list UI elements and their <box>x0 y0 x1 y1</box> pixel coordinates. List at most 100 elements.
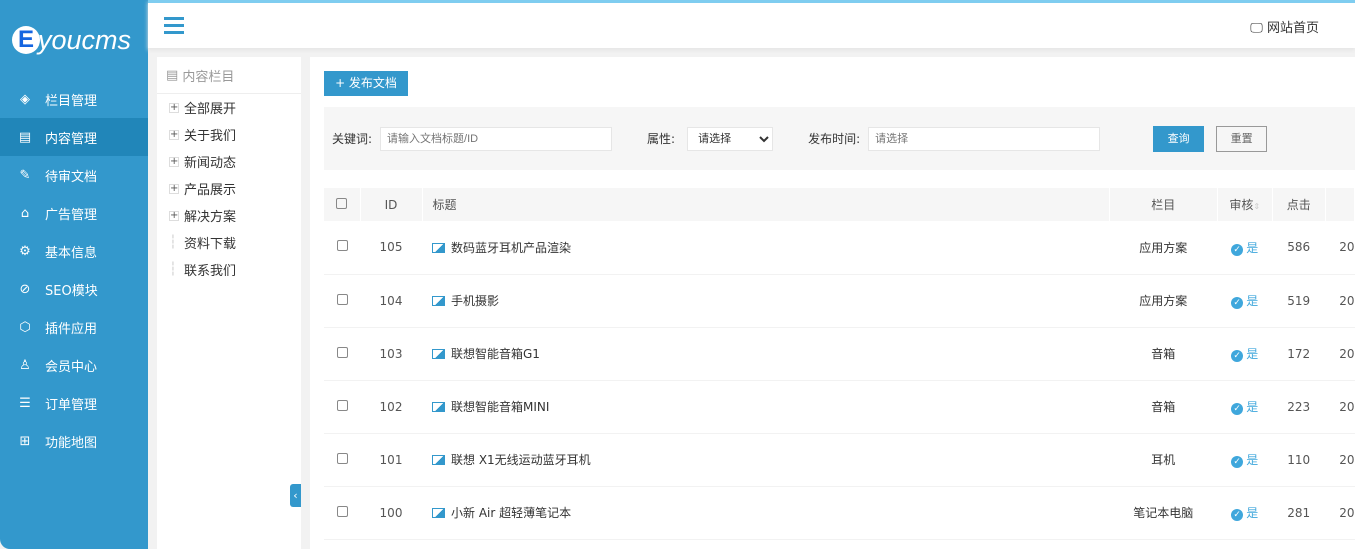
tree-item[interactable]: ┆ 联系我们 <box>157 256 301 283</box>
edit-document-icon: ✎ <box>19 167 31 183</box>
expand-icon[interactable]: + <box>169 129 179 140</box>
doc-title-link[interactable]: 手机摄影 <box>451 294 499 308</box>
check-circle-icon: ✓ <box>1231 456 1244 468</box>
sidebar-item-5[interactable]: ⊘ SEO模块 <box>0 270 148 308</box>
image-icon <box>432 455 445 465</box>
search-button[interactable]: 查询 <box>1153 125 1205 152</box>
check-circle-icon: ✓ <box>1231 243 1244 256</box>
doc-title-link[interactable]: 联想智能音箱MINI <box>451 400 549 414</box>
tree-line-icon: ┆ <box>169 235 177 250</box>
add-document-button[interactable]: + 发布文档 <box>324 71 408 96</box>
keyword-label: 关键词: <box>332 132 373 146</box>
tree-item[interactable]: ┆ 资料下载 <box>157 229 301 256</box>
document-icon: ▤ <box>166 67 183 83</box>
image-icon <box>432 402 445 412</box>
check-circle-icon: ✓ <box>1231 403 1244 415</box>
select-all[interactable] <box>324 188 361 221</box>
time-input[interactable] <box>868 126 1101 151</box>
seo-icon: ⊘ <box>19 281 31 297</box>
expand-icon[interactable]: + <box>169 156 179 167</box>
sidebar-item-3[interactable]: ⌂ 广告管理 <box>0 194 148 232</box>
doc-title-link[interactable]: 联想智能音箱G1 <box>451 347 540 361</box>
filter-bar: 关键词: 属性: 请选择 发布时间: 查询 重置 <box>324 107 1355 170</box>
expand-icon[interactable]: + <box>169 102 179 113</box>
time-label: 发布时间: <box>808 132 861 146</box>
header-clicks: 点击 <box>1272 188 1326 221</box>
audit-status[interactable]: ✓ 是 <box>1217 380 1273 434</box>
image-icon <box>432 242 445 253</box>
row-checkbox[interactable] <box>336 452 348 464</box>
doc-title-link[interactable]: 联想 X1无线运动蓝牙耳机 <box>451 453 591 467</box>
grid-icon: ⊞ <box>19 433 31 449</box>
attr-select[interactable]: 请选择 <box>687 126 774 151</box>
layers-icon: ◈ <box>20 91 30 107</box>
user-icon: ♙ <box>19 357 31 373</box>
row-checkbox[interactable] <box>336 346 348 358</box>
attr-label: 属性: <box>647 132 676 146</box>
sidebar-item-8[interactable]: ☰ 订单管理 <box>0 384 148 422</box>
sidebar-item-4[interactable]: ⚙ 基本信息 <box>0 232 148 270</box>
audit-status[interactable]: ✓ 是 <box>1217 327 1273 381</box>
sidebar-item-0[interactable]: ◈ 栏目管理 <box>0 80 148 118</box>
audit-status[interactable]: ✓ 是 <box>1217 433 1273 487</box>
table-row: 105 数码蓝牙耳机产品渲染 应用方案 ✓ 是 586 20 <box>324 221 1355 275</box>
reset-button[interactable]: 重置 <box>1216 125 1268 152</box>
tree-item[interactable]: + 解决方案 <box>157 202 301 229</box>
table-row: 103 联想智能音箱G1 音箱 ✓ 是 172 20 <box>324 327 1355 381</box>
expand-icon[interactable]: + <box>169 183 179 194</box>
cube-icon: ⬡ <box>19 319 31 335</box>
row-checkbox[interactable] <box>336 240 348 252</box>
menu-toggle-icon[interactable] <box>164 17 184 38</box>
table-row: 104 手机摄影 应用方案 ✓ 是 519 20 <box>324 274 1355 328</box>
tree-line-icon: ┆ <box>169 262 177 277</box>
expand-icon[interactable]: + <box>169 210 179 221</box>
header-category: 栏目 <box>1109 188 1218 221</box>
monitor-icon: 🖵 <box>1250 21 1263 36</box>
list-icon: ☰ <box>19 395 31 411</box>
row-checkbox[interactable] <box>336 399 348 411</box>
row-checkbox[interactable] <box>336 505 348 517</box>
audit-status[interactable]: ✓ 是 <box>1217 274 1273 328</box>
audit-status[interactable]: ✓ 是 <box>1217 221 1273 275</box>
table-row: 101 联想 X1无线运动蓝牙耳机 耳机 ✓ 是 110 20 <box>324 433 1355 487</box>
tree-item[interactable]: + 全部展开 <box>157 94 301 121</box>
tree-title: ▤ 内容栏目 <box>157 57 301 94</box>
sidebar-item-2[interactable]: ✎ 待审文档 <box>0 156 148 194</box>
topbar: 🖵 网站首页 <box>148 0 1355 48</box>
document-icon: ▤ <box>18 129 32 145</box>
doc-title-link[interactable]: 小新 Air 超轻薄笔记本 <box>451 506 571 520</box>
doc-title-link[interactable]: 数码蓝牙耳机产品渲染 <box>451 241 571 255</box>
image-icon <box>432 349 445 359</box>
sidebar-item-9[interactable]: ⊞ 功能地图 <box>0 422 148 460</box>
document-table: ID 标题 栏目 审核⇕ 点击 105 数码蓝牙耳机产品渲染 应用方案 ✓ 是 5… <box>324 188 1355 540</box>
logo[interactable]: Eyoucms <box>0 0 148 80</box>
check-circle-icon: ✓ <box>1231 350 1244 362</box>
main-panel: + 发布文档 关键词: 属性: 请选择 发布时间: 查询 重置 ID 标题 栏目… <box>310 57 1355 549</box>
check-circle-icon: ✓ <box>1231 297 1244 309</box>
header-title: 标题 <box>422 188 1110 221</box>
site-home-link[interactable]: 🖵 网站首页 <box>1250 17 1319 36</box>
header-date <box>1325 188 1355 221</box>
header-id: ID <box>360 188 423 221</box>
sort-icon: ⇕ <box>1253 202 1261 211</box>
row-checkbox[interactable] <box>336 293 348 305</box>
tree-item[interactable]: + 新闻动态 <box>157 148 301 175</box>
keyword-input[interactable] <box>380 126 613 151</box>
check-circle-icon: ✓ <box>1231 509 1244 521</box>
table-row: 102 联想智能音箱MINI 音箱 ✓ 是 223 20 <box>324 380 1355 434</box>
gear-icon: ⚙ <box>19 243 31 259</box>
table-row: 100 小新 Air 超轻薄笔记本 笔记本电脑 ✓ 是 281 20 <box>324 486 1355 540</box>
category-tree: ▤ 内容栏目 + 全部展开 + 关于我们 + 新闻动态 + 产品展示 + 解决方案 ┆ 资料下载 ┆ 联系… <box>157 57 301 549</box>
sidebar-item-7[interactable]: ♙ 会员中心 <box>0 346 148 384</box>
collapse-tree-button[interactable]: ‹ <box>290 484 301 507</box>
header-audit[interactable]: 审核⇕ <box>1217 188 1273 221</box>
sidebar: Eyoucms ◈ 栏目管理 ▤ 内容管理 ✎ 待审文档 ⌂ 广告管理 ⚙ 基本信息 ⊘ SEO模块 ⬡… <box>0 0 148 549</box>
tree-item[interactable]: + 产品展示 <box>157 175 301 202</box>
audit-status[interactable]: ✓ 是 <box>1217 486 1273 540</box>
image-icon <box>432 296 445 306</box>
ad-icon: ⌂ <box>20 205 30 221</box>
tree-item[interactable]: + 关于我们 <box>157 121 301 148</box>
sidebar-item-6[interactable]: ⬡ 插件应用 <box>0 308 148 346</box>
sidebar-item-1[interactable]: ▤ 内容管理 <box>0 118 148 156</box>
image-icon <box>432 508 445 518</box>
